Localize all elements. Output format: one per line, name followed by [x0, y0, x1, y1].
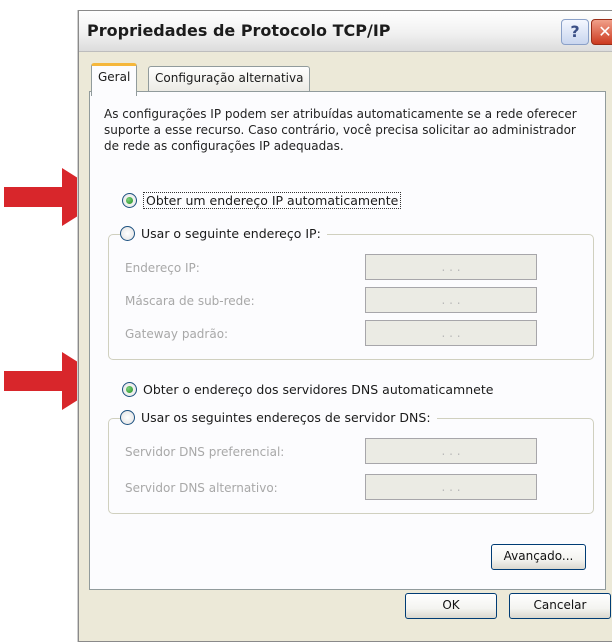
radio-label: Usar o seguinte endereço IP:: [141, 226, 321, 241]
ip-address-label: Endereço IP:: [125, 261, 200, 275]
dns-server-group: Servidor DNS preferencial: . . . Servido…: [108, 418, 594, 514]
title-bar[interactable]: Propriedades de Protocolo TCP/IP ? ✕: [79, 11, 612, 52]
radio-obter-ip-automaticamente[interactable]: Obter um endereço IP automaticamente: [122, 192, 402, 209]
radio-obter-dns-automaticamente[interactable]: Obter o endereço dos servidores DNS auto…: [122, 382, 493, 397]
ip-address-input[interactable]: . . .: [365, 254, 537, 280]
radio-button-checked-icon[interactable]: [122, 193, 137, 208]
preferred-dns-input[interactable]: . . .: [365, 438, 537, 464]
subnet-mask-input[interactable]: . . .: [365, 287, 537, 313]
subnet-mask-label: Máscara de sub-rede:: [125, 294, 255, 308]
advanced-button[interactable]: Avançado...: [491, 544, 586, 570]
radio-button-checked-icon[interactable]: [122, 382, 137, 397]
radio-label: Obter o endereço dos servidores DNS auto…: [143, 382, 494, 397]
subnet-mask-value: . . .: [441, 293, 461, 307]
alternate-dns-value: . . .: [441, 480, 461, 494]
ok-button[interactable]: OK: [405, 593, 497, 619]
tab-configuracao-alternativa[interactable]: Configuração alternativa: [148, 66, 311, 91]
preferred-dns-value: . . .: [441, 444, 461, 458]
cancel-button[interactable]: Cancelar: [509, 593, 611, 619]
tcpip-properties-dialog: Propriedades de Protocolo TCP/IP ? ✕ Ger…: [78, 10, 612, 642]
radio-button-icon[interactable]: [120, 226, 135, 241]
radio-label: Obter um endereço IP automaticamente: [143, 192, 402, 209]
ip-address-group: Endereço IP: . . . Máscara de sub-rede: …: [108, 234, 594, 360]
help-icon[interactable]: ?: [561, 19, 589, 45]
gateway-label: Gateway padrão:: [125, 327, 229, 341]
radio-usar-dns[interactable]: Usar os seguintes endereços de servidor …: [120, 410, 437, 425]
tab-geral[interactable]: Geral: [91, 63, 138, 96]
radio-button-icon[interactable]: [120, 410, 135, 425]
gateway-input[interactable]: . . .: [365, 320, 537, 346]
alternate-dns-input[interactable]: . . .: [365, 474, 537, 500]
radio-usar-ip[interactable]: Usar o seguinte endereço IP:: [120, 226, 327, 241]
ip-address-value: . . .: [441, 260, 461, 274]
radio-label: Usar os seguintes endereços de servidor …: [141, 410, 431, 425]
gateway-value: . . .: [441, 326, 461, 340]
alternate-dns-label: Servidor DNS alternativo:: [125, 481, 278, 495]
window-title: Propriedades de Protocolo TCP/IP: [87, 21, 391, 40]
description-text: As configurações IP podem ser atribuídas…: [104, 107, 577, 153]
close-icon[interactable]: ✕: [591, 19, 612, 45]
tab-panel-geral: As configurações IP podem ser atribuídas…: [89, 91, 606, 590]
preferred-dns-label: Servidor DNS preferencial:: [125, 445, 285, 459]
